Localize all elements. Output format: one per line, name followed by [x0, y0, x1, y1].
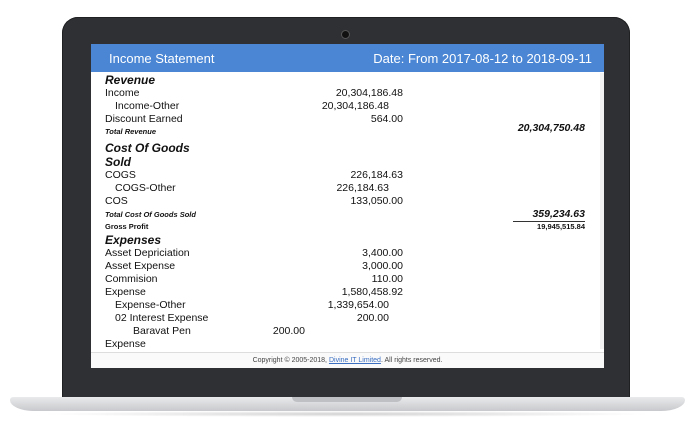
table-row: Expense 1,580,458.92	[105, 286, 595, 299]
row-label: Total Revenue	[105, 127, 156, 136]
row-label: Asset Expense	[105, 260, 176, 272]
row-value: 1,580,458.92	[341, 286, 403, 298]
row-label: Asset Depriciation	[105, 247, 190, 259]
page-title: Income Statement	[109, 51, 215, 66]
row-label: Commision	[105, 273, 158, 285]
copyright-footer: Copyright © 2005-2018, Divine IT Limited…	[91, 352, 604, 368]
row-label: Expense	[105, 286, 146, 298]
table-row: Asset Depriciation 3,400.00	[105, 247, 595, 260]
section-heading-expenses: Expenses	[105, 233, 162, 247]
table-row: Income-Other 20,304,186.48	[105, 100, 595, 113]
row-label: Income-Other	[115, 100, 180, 112]
row-value: 133,050.00	[350, 195, 403, 207]
row-label: COGS-Other	[115, 182, 176, 194]
table-row: 02 Interest Expense 200.00	[105, 312, 595, 325]
screen: Income Statement Date: From 2017-08-12 t…	[91, 44, 604, 368]
table-row: COGS 226,184.63	[105, 169, 595, 182]
row-label: COS	[105, 195, 128, 207]
row-label: COGS	[105, 169, 136, 181]
table-row: COGS-Other 226,184.63	[105, 182, 595, 195]
row-value: 3,400.00	[362, 247, 403, 259]
row-label: Gross Profit	[105, 222, 149, 231]
table-row-gross-profit: Gross Profit 19,945,515.84	[105, 221, 595, 232]
table-row-total: Total Revenue 20,304,750.48	[105, 122, 595, 139]
company-link[interactable]: Divine IT Limited	[329, 357, 381, 364]
row-value: 20,304,186.48	[321, 100, 389, 112]
row-value: 200.00	[272, 325, 305, 337]
copyright-prefix: Copyright © 2005-2018,	[252, 357, 327, 364]
table-row: COS 133,050.00	[105, 195, 595, 208]
row-value: 19,945,515.84	[537, 222, 585, 231]
screen-bezel-bottom	[91, 368, 604, 388]
section-heading-cogs-2: Sold	[105, 155, 131, 169]
row-value: 226,184.63	[350, 169, 403, 181]
table-row: Asset Expense 3,000.00	[105, 260, 595, 273]
report-header: Income Statement Date: From 2017-08-12 t…	[91, 44, 604, 72]
table-row: Expense	[105, 338, 595, 349]
income-statement-table: Revenue Income 20,304,186.48 Income-Othe…	[105, 73, 595, 349]
row-value: 20,304,750.48	[517, 122, 585, 134]
section-heading-cogs: Cost Of Goods	[105, 141, 190, 155]
table-row: Expense-Other 1,339,654.00	[105, 299, 595, 312]
table-row: Commision 110.00	[105, 273, 595, 286]
laptop-shadow	[40, 411, 655, 417]
row-label: Expense	[105, 338, 146, 349]
camera-icon	[341, 30, 350, 39]
row-value: 200.00	[356, 312, 389, 324]
copyright-suffix: . All rights reserved.	[380, 357, 443, 364]
date-range: Date: From 2017-08-12 to 2018-09-11	[373, 51, 592, 66]
row-label: Expense-Other	[115, 299, 186, 311]
row-label: Total Cost Of Goods Sold	[105, 210, 196, 219]
row-value: 20,304,186.48	[335, 87, 403, 99]
scrollbar[interactable]	[600, 73, 604, 349]
table-row-total: Total Cost Of Goods Sold 359,234.63	[105, 208, 595, 222]
row-value: 564.00	[370, 113, 403, 125]
table-row: Baravat Pen 200.00	[105, 325, 595, 338]
row-value: 226,184.63	[336, 182, 389, 194]
row-value: 1,339,654.00	[327, 299, 389, 311]
row-label: 02 Interest Expense	[115, 312, 209, 324]
row-value: 110.00	[371, 273, 403, 285]
section-heading-revenue: Revenue	[105, 73, 156, 87]
table-row: Income 20,304,186.48	[105, 87, 595, 100]
row-label: Income	[105, 87, 140, 99]
row-label: Baravat Pen	[133, 325, 191, 337]
row-value: 3,000.00	[362, 260, 403, 272]
row-value: 359,234.63	[513, 208, 585, 222]
laptop-notch	[292, 397, 402, 402]
